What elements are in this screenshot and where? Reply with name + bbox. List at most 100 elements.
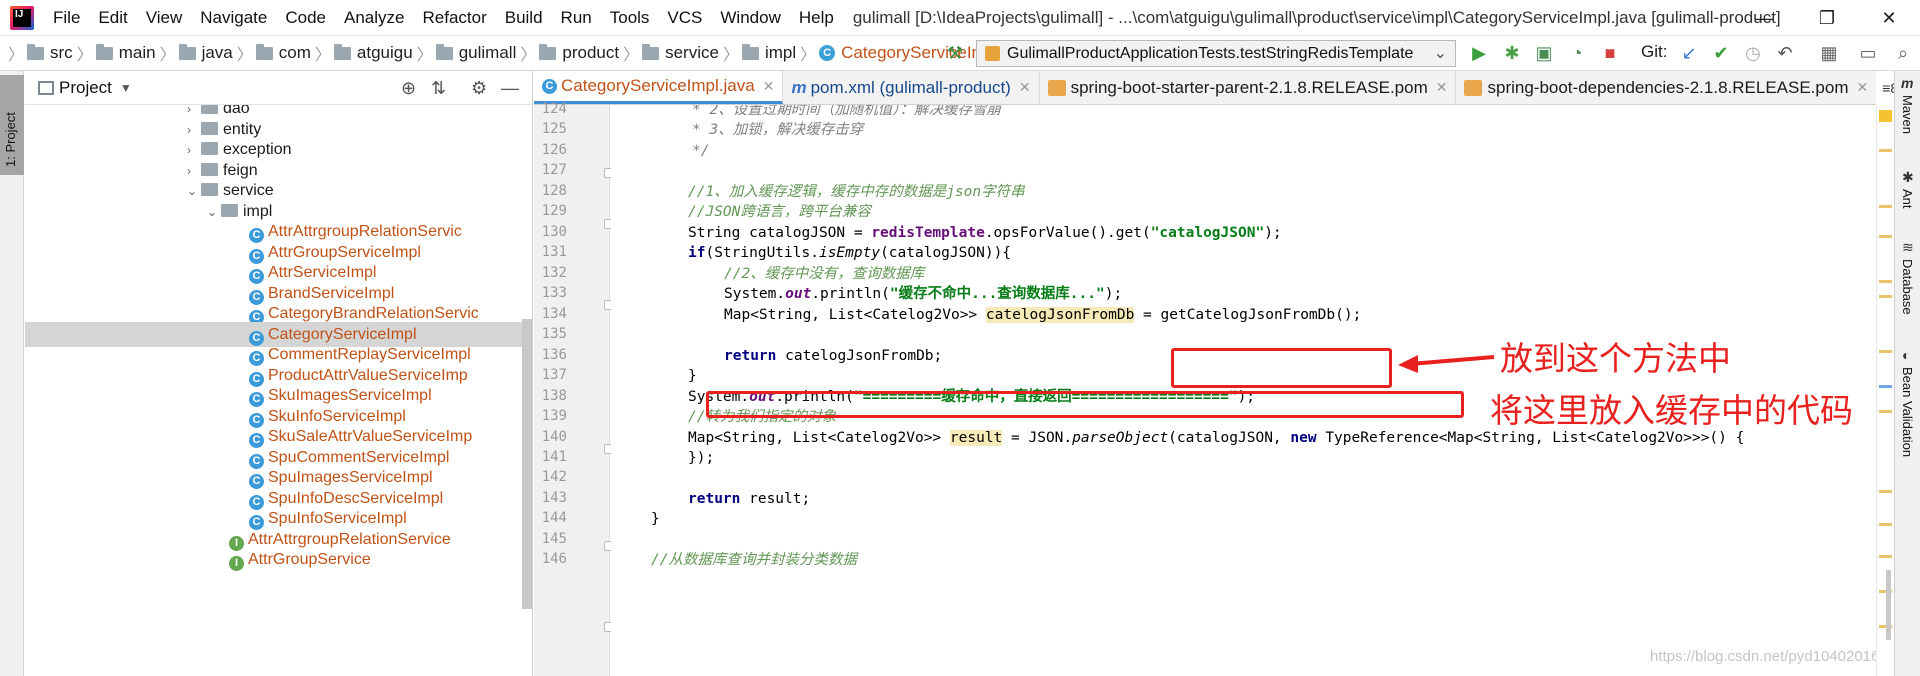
menu-navigate[interactable]: Navigate bbox=[191, 0, 276, 36]
locate-icon[interactable]: ⊕ bbox=[401, 78, 416, 99]
close-icon[interactable]: ✕ bbox=[763, 78, 775, 95]
marker[interactable] bbox=[1879, 410, 1892, 413]
close-icon[interactable]: ✕ bbox=[1019, 79, 1031, 96]
breadcrumb-item[interactable]: 〉 main bbox=[73, 41, 156, 65]
project-structure-icon[interactable]: ▦ bbox=[1818, 42, 1840, 64]
breadcrumb-item[interactable]: 〉 src bbox=[4, 41, 73, 65]
marker[interactable] bbox=[1879, 205, 1892, 208]
menu-window[interactable]: Window bbox=[711, 0, 789, 36]
project-panel-title[interactable]: Project bbox=[59, 78, 112, 98]
tab-starter-parent-pom[interactable]: spring-boot-starter-parent-2.1.8.RELEASE… bbox=[1040, 71, 1457, 104]
breadcrumb-label: gulimall bbox=[458, 43, 517, 62]
chevron-down-icon[interactable]: ▼ bbox=[120, 81, 132, 95]
collapse-all-icon[interactable]: ⇅ bbox=[431, 78, 446, 99]
tab-dependencies-pom[interactable]: spring-boot-dependencies-2.1.8.RELEASE.p… bbox=[1456, 71, 1876, 104]
menu-view[interactable]: View bbox=[137, 0, 192, 36]
line-number: 124 bbox=[541, 101, 567, 117]
bean-validation-tool-tab[interactable]: Bean Validation bbox=[1900, 367, 1915, 457]
line-number: 146 bbox=[541, 551, 567, 568]
chevron-right-icon: 〉 bbox=[76, 47, 93, 64]
tab-label: CategoryServiceImpl.java bbox=[561, 76, 755, 95]
restore-button[interactable]: ❐ bbox=[1796, 0, 1858, 36]
ant-tool-tab[interactable]: Ant bbox=[1900, 189, 1915, 209]
folder-icon bbox=[201, 162, 218, 176]
breadcrumb-item[interactable]: 〉 com bbox=[233, 41, 311, 65]
folder-icon bbox=[178, 43, 196, 60]
git-commit-icon[interactable]: ✔ bbox=[1710, 42, 1732, 64]
menu-edit[interactable]: Edit bbox=[89, 0, 136, 36]
maven-icon: m bbox=[791, 77, 807, 97]
interface-icon: I bbox=[229, 556, 244, 571]
toggle-window-icon[interactable]: ▭ bbox=[1857, 42, 1879, 64]
menu-refactor[interactable]: Refactor bbox=[413, 0, 495, 36]
line-number: 131 bbox=[541, 244, 567, 261]
code-line-143: return result; bbox=[688, 490, 811, 507]
tab-category-service-impl[interactable]: C CategoryServiceImpl.java ✕ bbox=[534, 71, 784, 104]
annotation-text-cache-code: 将这里放入缓存中的代码 bbox=[1490, 391, 1853, 430]
marker[interactable] bbox=[1879, 385, 1892, 388]
database-tool-tab[interactable]: Database bbox=[1900, 259, 1915, 315]
tree-item[interactable]: I AttrGroupService bbox=[25, 547, 532, 572]
breadcrumb-item[interactable]: 〉 impl bbox=[719, 41, 796, 65]
search-everywhere-icon[interactable]: ⌕ bbox=[1892, 42, 1914, 64]
error-stripe bbox=[1876, 105, 1894, 676]
project-panel-header: Project ▼ ⊕ ⇅ ⚙ — bbox=[25, 71, 532, 105]
maven-tool-tab[interactable]: Maven bbox=[1900, 95, 1915, 134]
breadcrumb-item[interactable]: 〉 gulimall bbox=[413, 41, 517, 65]
git-rollback-icon[interactable]: ↶ bbox=[1774, 42, 1796, 64]
marker[interactable] bbox=[1879, 523, 1892, 526]
run-icon[interactable]: ▶ bbox=[1468, 42, 1490, 64]
stop-icon[interactable]: ■ bbox=[1599, 42, 1621, 64]
breadcrumb-item[interactable]: 〉 C CategoryServiceImpl bbox=[796, 41, 999, 65]
breadcrumb-item[interactable]: 〉 atguigu bbox=[311, 41, 413, 65]
git-update-icon[interactable]: ↙ bbox=[1678, 42, 1700, 64]
close-icon[interactable]: ✕ bbox=[1436, 79, 1448, 96]
gear-icon[interactable]: ⚙ bbox=[471, 78, 487, 99]
warning-marker[interactable] bbox=[1879, 110, 1892, 122]
menu-bar: IJ File Edit View Navigate Code Analyze Refact… bbox=[0, 0, 1920, 36]
marker[interactable] bbox=[1879, 295, 1892, 298]
line-number: 134 bbox=[541, 305, 567, 322]
line-number: 135 bbox=[541, 326, 567, 343]
project-tool-tab[interactable]: 1: Project bbox=[0, 75, 24, 175]
left-tool-strip: 1: Project bbox=[0, 71, 24, 676]
menu-analyze[interactable]: Analyze bbox=[335, 0, 413, 36]
project-icon bbox=[38, 81, 54, 95]
tree-item-label: CommentReplayServiceImpl bbox=[268, 346, 471, 363]
coverage-icon[interactable]: ▣ bbox=[1533, 42, 1555, 64]
tab-pom-xml[interactable]: m pom.xml (gulimall-product) ✕ bbox=[783, 71, 1040, 104]
debug-icon[interactable]: ✱ bbox=[1501, 42, 1523, 64]
code-line-126: */ bbox=[692, 142, 710, 159]
menu-file[interactable]: File bbox=[44, 0, 89, 36]
breadcrumb-item[interactable]: 〉 product bbox=[516, 41, 619, 65]
marker[interactable] bbox=[1879, 235, 1892, 238]
marker[interactable] bbox=[1879, 350, 1892, 353]
tree-item-label: CategoryBrandRelationServic bbox=[268, 305, 479, 322]
close-button[interactable]: ✕ bbox=[1858, 0, 1920, 36]
menu-build[interactable]: Build bbox=[496, 0, 552, 36]
git-history-icon[interactable]: ◷ bbox=[1742, 42, 1764, 64]
folder-icon bbox=[201, 121, 218, 135]
profile-icon[interactable]: ◔ bbox=[1566, 42, 1588, 64]
hide-panel-icon[interactable]: — bbox=[501, 78, 519, 99]
folder-icon bbox=[27, 43, 45, 60]
menu-vcs[interactable]: VCS bbox=[658, 0, 711, 36]
marker[interactable] bbox=[1879, 555, 1892, 558]
tree-item-label: ProductAttrValueServiceImp bbox=[268, 366, 468, 384]
close-icon[interactable]: ✕ bbox=[1856, 79, 1868, 96]
menu-run[interactable]: Run bbox=[552, 0, 601, 36]
minimize-button[interactable]: — bbox=[1734, 0, 1796, 36]
insertion-point-highlight-box bbox=[706, 391, 1464, 418]
folder-icon bbox=[201, 183, 218, 196]
menu-code[interactable]: Code bbox=[276, 0, 335, 36]
marker[interactable] bbox=[1879, 280, 1892, 283]
run-configuration-select[interactable]: GulimallProductApplicationTests.testStri… bbox=[976, 40, 1456, 67]
marker[interactable] bbox=[1879, 490, 1892, 493]
menu-help[interactable]: Help bbox=[790, 0, 843, 36]
marker[interactable] bbox=[1879, 149, 1892, 152]
breadcrumb-item[interactable]: 〉 java bbox=[156, 41, 233, 65]
menu-tools[interactable]: Tools bbox=[601, 0, 659, 36]
editor-scrollbar[interactable] bbox=[1886, 570, 1891, 640]
breadcrumb-item[interactable]: 〉 service bbox=[619, 41, 719, 65]
build-hammer-icon[interactable]: ⚒ bbox=[944, 42, 966, 64]
